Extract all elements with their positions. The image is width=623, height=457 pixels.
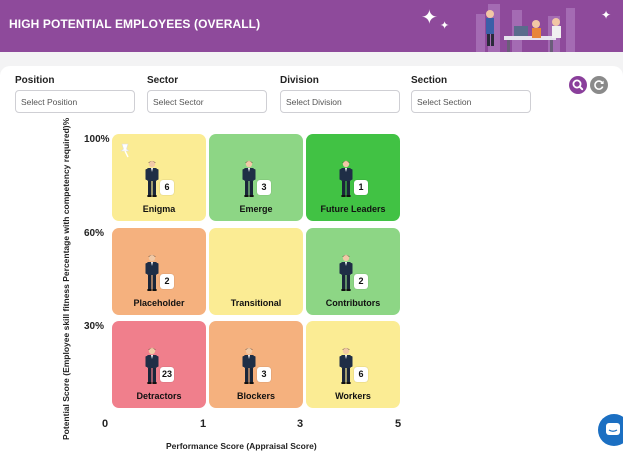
x-tick-label: 5: [395, 418, 402, 430]
x-tick-label: 3: [297, 418, 304, 430]
section-select[interactable]: Select Section: [411, 90, 531, 113]
employee-icon: [242, 347, 256, 385]
position-filter: Position Select Position: [15, 75, 136, 113]
employee-count-badge: 2: [160, 274, 174, 289]
chat-icon: [606, 423, 620, 435]
employee-count-badge: 6: [354, 367, 368, 382]
division-filter: Division Select Division: [280, 75, 401, 113]
grid-cell-label: Contributors: [325, 298, 381, 308]
page-header: HIGH POTENTIAL EMPLOYEES (OVERALL) ✦ ✦ ✦: [0, 0, 623, 52]
grid-cell-transitional[interactable]: Transitional: [209, 228, 303, 315]
filter-label: Section: [411, 75, 448, 86]
grid-cell-workers[interactable]: 6 Workers: [306, 321, 400, 408]
grid-cell-enigma[interactable]: 6 Enigma: [112, 134, 206, 221]
y-axis-title: Potential Score (Employee skill fitness …: [61, 117, 71, 440]
filter-label: Sector: [147, 75, 179, 86]
sparkle-icon: ✦: [601, 8, 612, 22]
employee-icon: [339, 160, 353, 198]
x-axis-title: Performance Score (Appraisal Score): [166, 441, 317, 451]
grid-cell-label: Workers: [335, 391, 371, 401]
grid-cell-contributors[interactable]: 2 Contributors: [306, 228, 400, 315]
filter-label: Position: [15, 75, 55, 86]
employee-icon: [145, 254, 159, 292]
grid-cell-future-leaders[interactable]: 1 Future Leaders: [306, 134, 400, 221]
pin-icon[interactable]: [117, 142, 133, 158]
y-tick-label: 60%: [84, 228, 105, 239]
grid-cell-placeholder[interactable]: 2 Placeholder: [112, 228, 206, 315]
grid-cell-detractors[interactable]: 23 Detractors: [112, 321, 206, 408]
sparkle-icon: ✦: [440, 20, 450, 32]
refresh-button[interactable]: [590, 76, 608, 94]
x-tick-label: 0: [102, 418, 109, 430]
grid-cell-emerge[interactable]: 3 Emerge: [209, 134, 303, 221]
sector-filter: Sector Select Sector: [147, 75, 268, 113]
y-tick-label: 30%: [84, 321, 105, 332]
grid-cell-label: Blockers: [236, 391, 276, 401]
division-select[interactable]: Select Division: [280, 90, 400, 113]
refresh-icon: [594, 80, 604, 90]
sparkle-icon: ✦: [421, 7, 438, 29]
grid-cell-label: Emerge: [239, 204, 273, 214]
chat-button[interactable]: [598, 414, 623, 446]
grid-cell-label: Transitional: [230, 298, 282, 308]
employee-count-badge: 3: [257, 367, 271, 382]
employee-icon: [339, 254, 353, 292]
page-title: HIGH POTENTIAL EMPLOYEES (OVERALL): [9, 17, 261, 31]
grid-cell-label: Enigma: [142, 204, 176, 214]
employee-count-badge: 2: [354, 274, 368, 289]
filter-label: Division: [280, 75, 319, 86]
employee-count-badge: 1: [354, 180, 368, 195]
grid-cell-label: Future Leaders: [320, 204, 386, 214]
employee-icon: [242, 160, 256, 198]
section-filter: Section Select Section: [411, 75, 532, 113]
grid-cell-label: Placeholder: [133, 298, 185, 308]
grid-cell-blockers[interactable]: 3 Blockers: [209, 321, 303, 408]
employee-count-badge: 3: [257, 180, 271, 195]
employee-count-badge: 23: [160, 367, 175, 382]
search-button[interactable]: [569, 76, 587, 94]
grid-cell-label: Detractors: [136, 391, 182, 401]
team-illustration: [476, 4, 575, 52]
position-select[interactable]: Select Position: [15, 90, 135, 113]
employee-icon: [145, 347, 159, 385]
employee-count-badge: 6: [160, 180, 174, 195]
y-tick-label: 100%: [84, 134, 110, 145]
sector-select[interactable]: Select Sector: [147, 90, 267, 113]
employee-icon: [339, 347, 353, 385]
x-tick-label: 1: [200, 418, 207, 430]
employee-icon: [145, 160, 159, 198]
search-icon: [572, 79, 584, 91]
